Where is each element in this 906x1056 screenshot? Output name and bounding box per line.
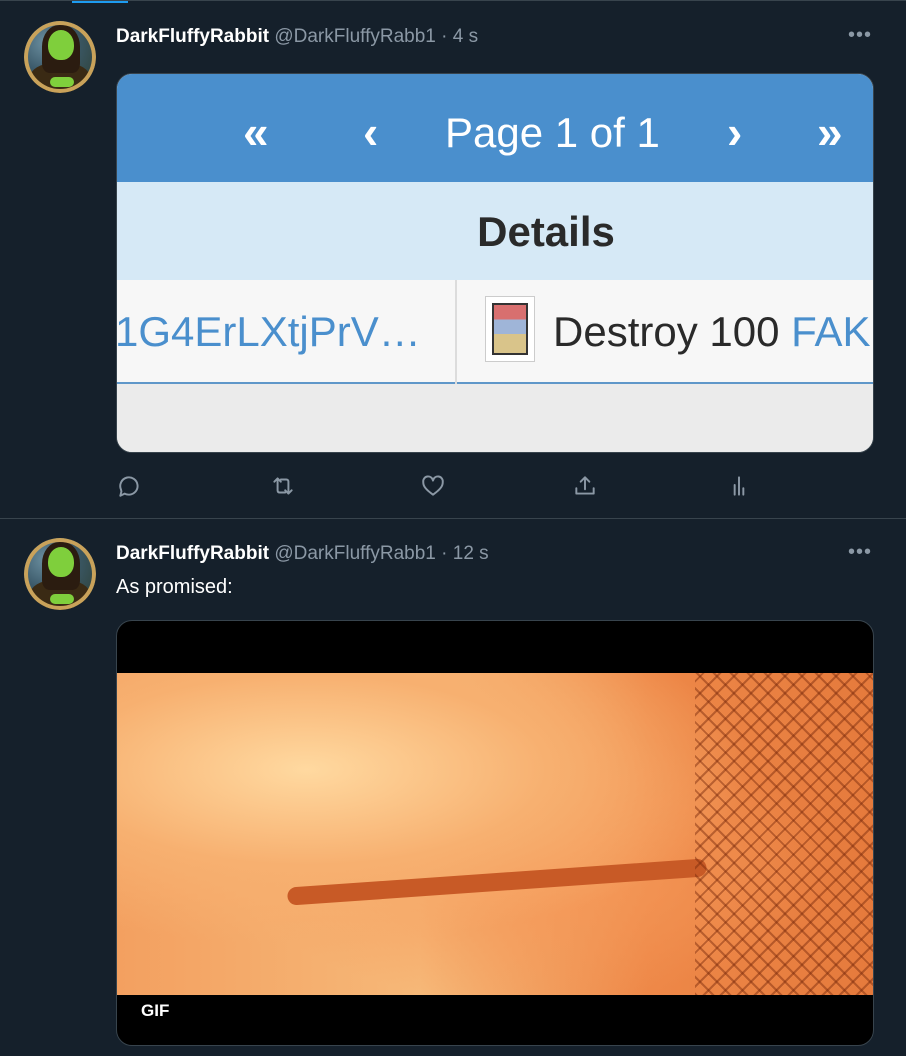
reply-icon[interactable] [116,473,142,499]
tweet[interactable]: DarkFluffyRabbit @DarkFluffyRabb1 · 4 s … [0,0,906,519]
details-cell: Destroy 100 FAK [553,280,871,384]
timestamp[interactable]: 12 s [453,543,489,564]
table-footer [117,384,873,452]
avatar[interactable] [24,21,96,93]
pager-bar: « ‹ Page 1 of 1 › » [117,74,873,182]
like-icon[interactable] [420,473,446,499]
tweet-header: DarkFluffyRabbit @DarkFluffyRabb1 · 12 s [116,543,489,567]
first-page-icon: « [243,106,269,158]
prev-page-icon: ‹ [363,106,379,158]
column-divider [455,280,457,384]
timestamp[interactable]: 4 s [453,26,478,47]
action-text: Destroy 100 [553,308,780,355]
tweet-header: DarkFluffyRabbit @DarkFluffyRabb1 · 4 s [116,26,478,50]
last-page-icon: » [817,106,843,158]
next-page-icon: › [727,106,743,158]
gif-badge: GIF [131,997,180,1025]
separator: · [441,26,448,47]
more-options-icon[interactable]: ••• [848,25,874,48]
table-row: 1G4ErLXtjPrV… Destroy 100 FAK [116,280,873,384]
tweet-gif[interactable]: GIF [116,620,874,1046]
page-indicator: Page 1 of 1 [445,109,660,156]
user-handle[interactable]: @DarkFluffyRabb1 [274,26,436,47]
tweet-text: As promised: [116,576,233,598]
user-handle[interactable]: @DarkFluffyRabb1 [274,543,436,564]
tx-id: 1G4ErLXtjPrV… [116,308,421,355]
tweet-image[interactable]: « ‹ Page 1 of 1 › » Details 1G4ErLXtjPrV… [116,73,874,453]
asset-thumbnail [485,296,535,362]
more-options-icon[interactable]: ••• [848,542,874,565]
table-header: Details [117,182,873,280]
tweet[interactable]: DarkFluffyRabbit @DarkFluffyRabb1 · 12 s… [0,520,906,1056]
asset-link: FAK [791,308,871,355]
gif-frame [117,673,873,995]
share-icon[interactable] [572,473,598,499]
separator: · [441,543,448,564]
display-name[interactable]: DarkFluffyRabbit [116,26,269,47]
column-header-details: Details [477,208,615,255]
retweet-icon[interactable] [270,473,296,499]
tweet-actions [116,473,756,503]
analytics-icon[interactable] [726,473,752,499]
display-name[interactable]: DarkFluffyRabbit [116,543,269,564]
avatar[interactable] [24,538,96,610]
